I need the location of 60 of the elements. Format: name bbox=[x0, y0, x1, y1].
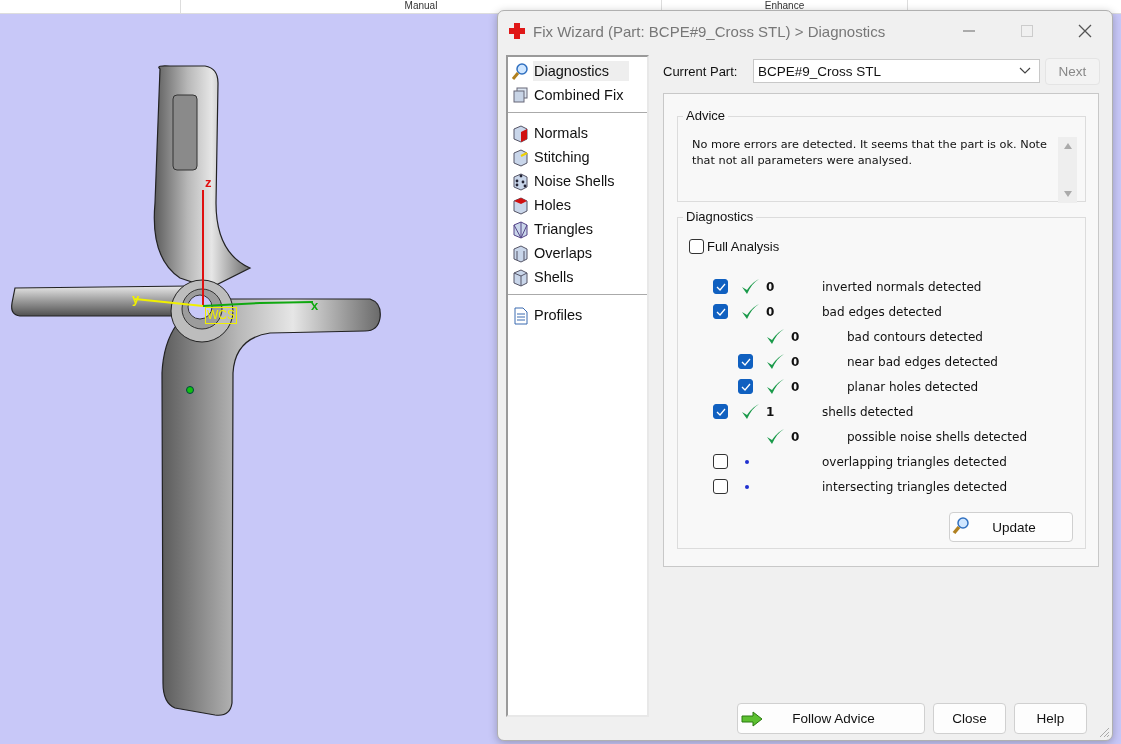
diagnostic-label: planar holes detected bbox=[847, 379, 979, 394]
scrollbar[interactable] bbox=[1058, 137, 1077, 203]
diagnostic-label: inverted normals detected bbox=[822, 279, 982, 294]
diagnostic-label: bad contours detected bbox=[847, 329, 983, 344]
group-title: Advice bbox=[683, 108, 729, 123]
diagnostic-label: shells detected bbox=[822, 404, 914, 419]
diagnostic-label: overlapping triangles detected bbox=[822, 454, 1007, 469]
group-title: Diagnostics bbox=[683, 209, 757, 224]
chevron-icon bbox=[1019, 67, 1031, 75]
advice-text: No more errors are detected. It seems that the part is ok. Note that not all parameters were analysed. bbox=[692, 137, 1048, 169]
axis-label: z bbox=[205, 176, 212, 189]
count-value: 0 bbox=[791, 379, 800, 394]
nav-item[interactable]: Holes bbox=[508, 193, 644, 217]
axis-label: x bbox=[311, 299, 319, 312]
dialog-button[interactable]: Help bbox=[1014, 703, 1087, 734]
nav-item[interactable]: Normals bbox=[508, 121, 644, 145]
nav-item[interactable]: Combined Fix bbox=[508, 83, 644, 107]
checkbox[interactable] bbox=[713, 454, 728, 469]
scroll-up-icon bbox=[1062, 142, 1073, 150]
count-value: 0 bbox=[791, 329, 800, 344]
resize-grip-icon bbox=[1098, 726, 1110, 738]
count-value: 0 bbox=[791, 429, 800, 444]
count-value: 1 bbox=[766, 404, 775, 419]
diagnostic-label: bad edges detected bbox=[822, 304, 942, 319]
close-icon[interactable] bbox=[1078, 24, 1092, 38]
nav-item[interactable]: Noise Shells bbox=[508, 169, 644, 193]
field-label: Current Part: bbox=[663, 63, 739, 79]
scroll-down-icon bbox=[1062, 190, 1073, 198]
search-icon bbox=[511, 61, 530, 81]
frame-label: WCS bbox=[205, 307, 237, 324]
first-aid-cross-icon bbox=[508, 22, 526, 40]
column-header[interactable]: Manual bbox=[404, 0, 438, 13]
update-button[interactable]: Update bbox=[949, 512, 1073, 542]
nav-item[interactable]: Stitching bbox=[508, 145, 644, 169]
y-axis-line bbox=[134, 298, 204, 307]
dialog-button[interactable]: Follow Advice bbox=[737, 703, 925, 734]
nav-item[interactable]: Shells bbox=[508, 265, 644, 289]
diagnostic-label: possible noise shells detected bbox=[847, 429, 1028, 444]
nav-item[interactable]: Overlaps bbox=[508, 241, 644, 265]
checkbox[interactable] bbox=[738, 354, 753, 369]
checkbox[interactable] bbox=[713, 304, 728, 319]
diagnostic-label: near bad edges detected bbox=[847, 354, 998, 369]
checkbox[interactable] bbox=[713, 404, 728, 419]
count-value: 0 bbox=[766, 279, 775, 294]
window-title: Fix Wizard (Part: BCPE#9_Cross STL) > Diagnostics bbox=[533, 22, 887, 40]
dialog-button[interactable]: Close bbox=[933, 703, 1006, 734]
diagnostic-label: intersecting triangles detected bbox=[822, 479, 1007, 494]
checkbox[interactable] bbox=[738, 379, 753, 394]
checkbox[interactable] bbox=[713, 479, 728, 494]
checkbox[interactable] bbox=[713, 279, 728, 294]
part-dropdown[interactable]: BCPE#9_Cross STL bbox=[753, 59, 1040, 83]
arrow-icon bbox=[741, 710, 763, 727]
count-value: 0 bbox=[766, 304, 775, 319]
checkbox-label[interactable]: Full Analysis bbox=[707, 238, 780, 254]
nav-item[interactable]: Profiles bbox=[508, 303, 644, 327]
column-header[interactable]: Enhance bbox=[764, 0, 805, 13]
checkbox[interactable] bbox=[689, 238, 704, 254]
count-value: 0 bbox=[791, 354, 800, 369]
document-icon bbox=[511, 305, 530, 325]
nav-item[interactable]: Triangles bbox=[508, 217, 644, 241]
